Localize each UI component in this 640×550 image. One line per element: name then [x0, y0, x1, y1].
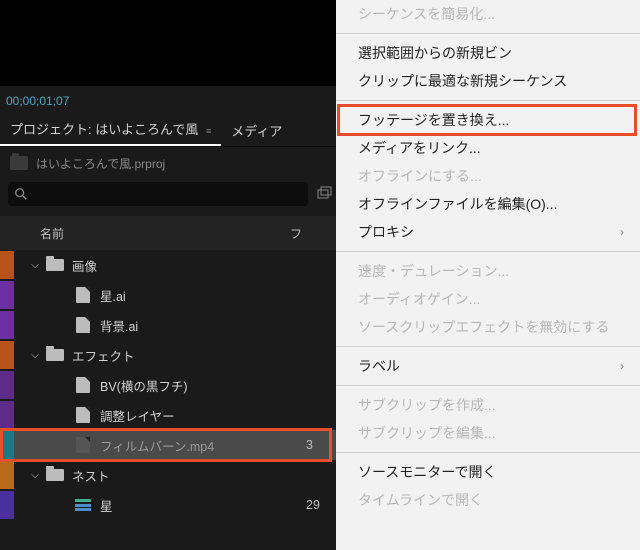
- menu-item-label: ソースクリップエフェクトを無効にする: [358, 317, 609, 337]
- item-label: エフェクト: [72, 346, 306, 365]
- search-input[interactable]: [8, 182, 308, 206]
- item-meta: 29: [306, 498, 336, 512]
- menu-item[interactable]: クリップに最適な新規シーケンス: [336, 67, 640, 95]
- tree-folder[interactable]: ⌵ エフェクト: [0, 340, 336, 370]
- tree-item[interactable]: 調整レイヤー: [0, 400, 336, 430]
- menu-item: オフラインにする...: [336, 162, 640, 190]
- file-icon: [74, 408, 92, 422]
- item-label: 画像: [72, 256, 306, 275]
- menu-separator: [336, 100, 640, 101]
- menu-separator: [336, 33, 640, 34]
- menu-item-label: メディアをリンク...: [358, 138, 481, 158]
- menu-separator: [336, 346, 640, 347]
- color-label: [0, 341, 14, 369]
- color-label: [0, 371, 14, 399]
- folder-icon: [46, 348, 64, 362]
- item-label: フィルムバーン.mp4: [100, 436, 306, 455]
- timecode: 00;00;01;07: [6, 94, 69, 108]
- project-file-row[interactable]: はいよころんで風.prproj: [0, 150, 336, 176]
- item-label: BV(横の黒フチ): [100, 376, 306, 395]
- menu-item: サブクリップを作成...: [336, 391, 640, 419]
- menu-separator: [336, 452, 640, 453]
- menu-item-label: クリップに最適な新規シーケンス: [358, 71, 567, 91]
- file-icon: [74, 318, 92, 332]
- menu-item[interactable]: ソースモニターで開く: [336, 458, 640, 486]
- submenu-arrow-icon: ›: [620, 359, 624, 373]
- color-label: [0, 431, 14, 459]
- menu-item-label: 速度・デュレーション...: [358, 261, 509, 281]
- item-meta: 3: [306, 438, 336, 452]
- menu-separator: [336, 251, 640, 252]
- tree-item[interactable]: BV(横の黒フチ): [0, 370, 336, 400]
- column-header: 名前 フ: [0, 216, 336, 250]
- menu-item-label: オフラインファイルを編集(O)...: [358, 194, 557, 214]
- menu-item: ソースクリップエフェクトを無効にする: [336, 313, 640, 341]
- bin-icon: [10, 156, 28, 170]
- new-item-icon[interactable]: [316, 186, 332, 202]
- tree-item[interactable]: 星29: [0, 490, 336, 520]
- menu-item[interactable]: 選択範囲からの新規ビン: [336, 39, 640, 67]
- menu-item[interactable]: フッテージを置き換え...: [336, 106, 640, 134]
- item-label: 星.ai: [100, 286, 306, 305]
- disclosure-triangle-icon[interactable]: ⌵: [28, 470, 42, 481]
- file-icon: [74, 288, 92, 302]
- menu-item: シーケンスを簡易化...: [336, 0, 640, 28]
- menu-item-label: 選択範囲からの新規ビン: [358, 43, 512, 63]
- tab-media[interactable]: メディア: [221, 115, 292, 146]
- file-icon: [74, 438, 92, 452]
- tab-project-name: はいよころんで風: [95, 122, 198, 137]
- menu-item-label: プロキシ: [358, 222, 414, 242]
- menu-item: 速度・デュレーション...: [336, 257, 640, 285]
- column-framerate[interactable]: フ: [290, 225, 336, 242]
- tree-item[interactable]: 背景.ai: [0, 310, 336, 340]
- color-label: [0, 311, 14, 339]
- project-file-name: はいよころんで風.prproj: [36, 155, 165, 172]
- search-icon: [14, 187, 28, 201]
- folder-icon: [46, 258, 64, 272]
- item-label: ネスト: [72, 466, 306, 485]
- context-menu: シーケンスを簡易化... 選択範囲からの新規ビンクリップに最適な新規シーケンスフッ…: [336, 0, 640, 550]
- submenu-arrow-icon: ›: [620, 225, 624, 239]
- tab-project[interactable]: プロジェクト: はいよころんで風 ≡: [0, 113, 221, 146]
- menu-item[interactable]: オフラインファイルを編集(O)...: [336, 190, 640, 218]
- menu-item: タイムラインで開く: [336, 486, 640, 514]
- menu-item-label: シーケンスを簡易化...: [358, 4, 495, 24]
- file-icon: [74, 378, 92, 392]
- color-label: [0, 401, 14, 429]
- disclosure-triangle-icon[interactable]: ⌵: [28, 350, 42, 361]
- color-label: [0, 281, 14, 309]
- tree-folder[interactable]: ⌵ 画像: [0, 250, 336, 280]
- menu-item-label: フッテージを置き換え...: [358, 110, 509, 130]
- menu-item-label: サブクリップを作成...: [358, 395, 496, 415]
- color-label: [0, 251, 14, 279]
- panel-tabs: プロジェクト: はいよころんで風 ≡ メディア: [0, 118, 336, 147]
- tree-item[interactable]: フィルムバーン.mp43: [0, 430, 336, 460]
- folder-icon: [46, 468, 64, 482]
- menu-separator: [336, 385, 640, 386]
- color-label: [0, 461, 14, 489]
- menu-item[interactable]: プロキシ ›: [336, 218, 640, 246]
- menu-item-label: タイムラインで開く: [358, 490, 483, 510]
- sequence-icon: [74, 498, 92, 512]
- menu-item[interactable]: メディアをリンク...: [336, 134, 640, 162]
- menu-item-label: オフラインにする...: [358, 166, 482, 186]
- item-label: 調整レイヤー: [100, 406, 306, 425]
- project-tree: ⌵画像星.ai背景.ai⌵エフェクトBV(横の黒フチ)調整レイヤーフィルムバーン…: [0, 250, 336, 520]
- tab-menu-icon[interactable]: ≡: [206, 126, 211, 136]
- tab-project-prefix: プロジェクト:: [10, 122, 92, 137]
- menu-item: サブクリップを編集...: [336, 419, 640, 447]
- tree-folder[interactable]: ⌵ ネスト: [0, 460, 336, 490]
- menu-item-label: オーディオゲイン...: [358, 289, 480, 309]
- column-name[interactable]: 名前: [0, 225, 290, 242]
- color-label: [0, 491, 14, 519]
- menu-item-label: ラベル: [358, 356, 400, 376]
- menu-item[interactable]: ラベル ›: [336, 352, 640, 380]
- disclosure-triangle-icon[interactable]: ⌵: [28, 260, 42, 271]
- menu-item: オーディオゲイン...: [336, 285, 640, 313]
- tree-item[interactable]: 星.ai: [0, 280, 336, 310]
- item-label: 星: [100, 496, 306, 515]
- menu-item-label: ソースモニターで開く: [358, 462, 496, 482]
- menu-item-label: サブクリップを編集...: [358, 423, 496, 443]
- item-label: 背景.ai: [100, 316, 306, 335]
